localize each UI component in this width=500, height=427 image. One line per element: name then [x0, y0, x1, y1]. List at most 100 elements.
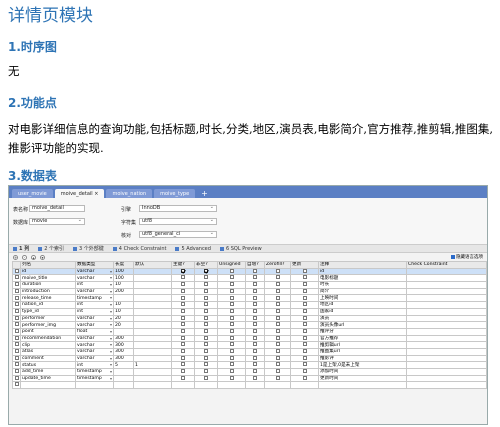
comment-cell[interactable]: 演员头像url [318, 321, 407, 329]
empty-cell[interactable] [171, 381, 195, 390]
tab-moive-type[interactable]: moive_type [154, 189, 196, 198]
default-cell[interactable] [133, 334, 172, 343]
primary-key-cell[interactable] [171, 294, 195, 303]
table-row[interactable]: idvarchar100id [12, 267, 487, 276]
move-down-icon[interactable]: ▾ [40, 254, 45, 260]
database-select[interactable]: movie [29, 218, 85, 225]
update-cell[interactable] [290, 354, 319, 363]
check-constraint-cell[interactable] [406, 341, 487, 349]
collation-select[interactable]: utf8_general_ci [139, 231, 217, 238]
empty-cell[interactable] [113, 381, 134, 390]
charset-select[interactable]: utf8 [139, 218, 217, 225]
empty-cell[interactable] [318, 381, 407, 390]
comment-cell[interactable]: 推影评 [318, 354, 407, 363]
check-constraint-cell[interactable] [406, 368, 487, 376]
length-cell[interactable] [113, 374, 134, 383]
zerofill-cell[interactable] [264, 334, 291, 343]
not-null-cell[interactable] [194, 347, 218, 356]
autoinc-cell[interactable] [245, 361, 265, 369]
length-cell[interactable]: 100 [113, 267, 134, 276]
not-null-cell[interactable] [194, 374, 218, 383]
check-constraint-cell[interactable] [406, 327, 487, 336]
empty-cell[interactable] [194, 381, 218, 390]
row-select[interactable] [12, 287, 21, 296]
length-cell[interactable]: 300 [113, 334, 134, 343]
default-cell[interactable] [133, 321, 172, 329]
zerofill-cell[interactable] [264, 368, 291, 376]
check-constraint-cell[interactable] [406, 374, 487, 383]
check-constraint-cell[interactable] [406, 274, 487, 283]
row-select[interactable] [12, 321, 21, 329]
data-type-cell[interactable]: timestamp [75, 294, 114, 303]
update-cell[interactable] [290, 294, 319, 303]
not-null-cell[interactable] [194, 334, 218, 343]
row-select[interactable] [12, 307, 21, 316]
comment-cell[interactable]: 更新时间 [318, 374, 407, 383]
empty-cell[interactable] [290, 381, 319, 390]
tab-foreign-keys[interactable]: 3 个外部键 [73, 245, 104, 252]
unsigned-cell[interactable] [217, 354, 246, 363]
length-cell[interactable] [113, 368, 134, 376]
primary-key-cell[interactable] [171, 267, 195, 276]
unsigned-cell[interactable] [217, 334, 246, 343]
data-type-cell[interactable]: varchar [75, 274, 114, 283]
data-type-cell[interactable]: timestamp [75, 374, 114, 383]
table-row[interactable]: type_idint10 国家id [12, 307, 487, 316]
table-row[interactable]: release_timetimestamp 上映时间 [12, 294, 487, 303]
unsigned-cell[interactable] [217, 301, 246, 309]
default-cell[interactable] [133, 368, 172, 376]
primary-key-cell[interactable] [171, 334, 195, 343]
not-null-cell[interactable] [194, 354, 218, 363]
tab-indexes[interactable]: 2 个索引 [38, 245, 64, 252]
zerofill-cell[interactable] [264, 307, 291, 316]
tab-moive-detail[interactable]: moive_detail × [54, 189, 105, 198]
comment-cell[interactable]: 演员 [318, 314, 407, 323]
table-row[interactable]: moive_titlevarchar100 电影标题 [12, 274, 487, 283]
tab-moive-nation[interactable]: moive_nation [106, 189, 153, 198]
update-cell[interactable] [290, 361, 319, 369]
check-constraint-cell[interactable] [406, 294, 487, 303]
row-select[interactable] [12, 294, 21, 303]
update-cell[interactable] [290, 334, 319, 343]
table-row[interactable]: add_timetimestamp 添加时间 [12, 368, 487, 376]
not-null-cell[interactable] [194, 281, 218, 289]
zerofill-cell[interactable] [264, 361, 291, 369]
comment-cell[interactable]: 1是上架,0是未上架 [318, 361, 407, 369]
default-cell[interactable] [133, 347, 172, 356]
zerofill-cell[interactable] [264, 267, 291, 276]
update-cell[interactable] [290, 314, 319, 323]
column-name-cell[interactable]: duration [20, 281, 76, 289]
primary-key-cell[interactable] [171, 347, 195, 356]
check-constraint-cell[interactable] [406, 334, 487, 343]
autoinc-cell[interactable] [245, 341, 265, 349]
unsigned-cell[interactable] [217, 281, 246, 289]
update-cell[interactable] [290, 287, 319, 296]
length-cell[interactable]: 5 [113, 361, 134, 369]
table-row[interactable]: clipvarchar300 推剪辑url [12, 341, 487, 349]
length-cell[interactable] [113, 294, 134, 303]
table-row[interactable]: recommendationvarchar300 官方推荐 [12, 334, 487, 343]
unsigned-cell[interactable] [217, 274, 246, 283]
zerofill-cell[interactable] [264, 341, 291, 349]
comment-cell[interactable]: 时长 [318, 281, 407, 289]
row-select[interactable] [12, 314, 21, 323]
unsigned-cell[interactable] [217, 307, 246, 316]
unsigned-cell[interactable] [217, 368, 246, 376]
autoinc-cell[interactable] [245, 327, 265, 336]
table-row[interactable]: nation_idint10 地区id [12, 301, 487, 309]
zerofill-cell[interactable] [264, 281, 291, 289]
default-cell[interactable] [133, 354, 172, 363]
row-select[interactable] [12, 341, 21, 349]
unsigned-cell[interactable] [217, 314, 246, 323]
not-null-cell[interactable] [194, 321, 218, 329]
autoinc-cell[interactable] [245, 334, 265, 343]
zerofill-cell[interactable] [264, 354, 291, 363]
data-type-cell[interactable]: float [75, 327, 114, 336]
row-select[interactable] [12, 274, 21, 283]
column-name-cell[interactable]: introduction [20, 287, 76, 296]
primary-key-cell[interactable] [171, 287, 195, 296]
unsigned-cell[interactable] [217, 287, 246, 296]
autoinc-cell[interactable] [245, 321, 265, 329]
length-cell[interactable]: 20 [113, 314, 134, 323]
not-null-cell[interactable] [194, 274, 218, 283]
